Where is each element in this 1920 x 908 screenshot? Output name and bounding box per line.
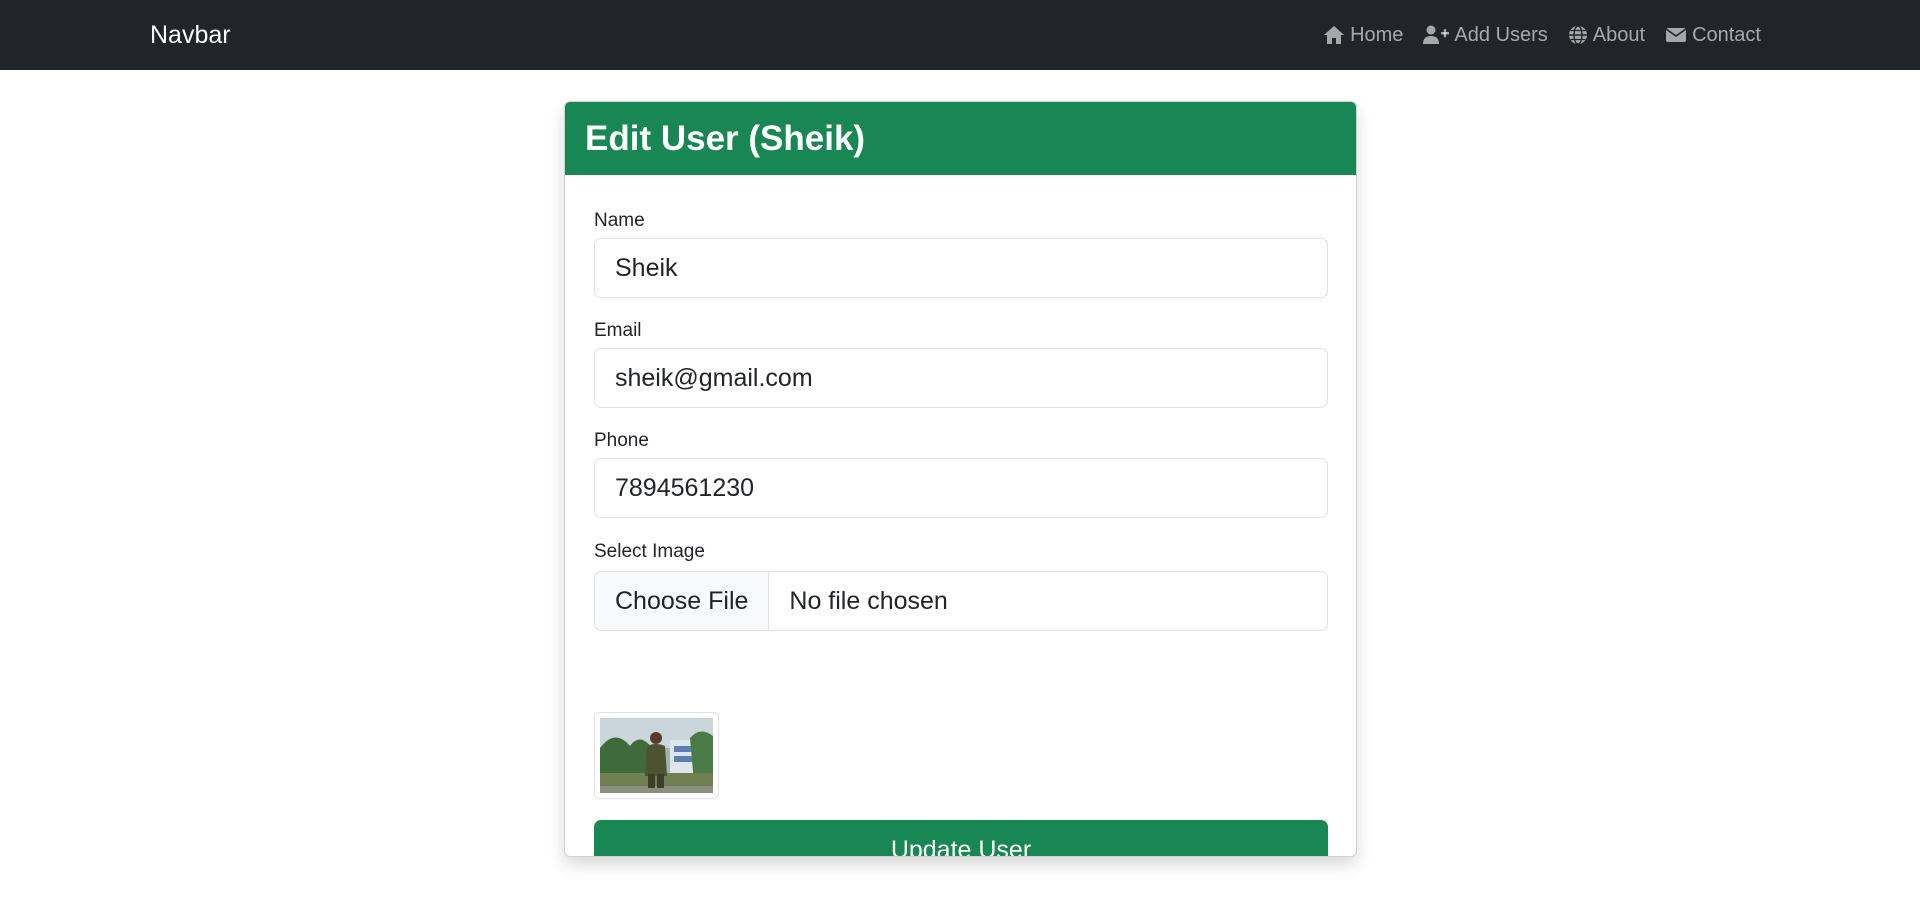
email-label: Email xyxy=(594,320,642,341)
globe-icon xyxy=(1568,25,1588,45)
name-group: Name xyxy=(594,210,1328,298)
image-group: Select Image Choose File No file chosen xyxy=(594,541,1328,631)
email-field[interactable] xyxy=(594,348,1328,408)
home-icon xyxy=(1323,25,1345,45)
nav-link-label: Add Users xyxy=(1454,23,1548,46)
update-user-button[interactable]: Update User xyxy=(594,820,1328,856)
nav-link-home[interactable]: Home xyxy=(1323,24,1403,47)
edit-user-card: Edit User (Sheik) Name Email Phone Selec… xyxy=(564,101,1357,857)
phone-field[interactable] xyxy=(594,458,1328,518)
user-photo xyxy=(600,718,713,793)
file-status: No file chosen xyxy=(789,586,948,615)
phone-label: Phone xyxy=(594,430,649,451)
navbar-brand[interactable]: Navbar xyxy=(150,0,231,70)
choose-file-button[interactable]: Choose File xyxy=(595,572,770,630)
card-title: Edit User (Sheik) xyxy=(585,119,866,158)
navbar: Navbar Home Add Users About Contact xyxy=(0,0,1920,70)
nav-link-contact[interactable]: Contact xyxy=(1665,24,1761,47)
user-plus-icon xyxy=(1423,25,1450,45)
nav-link-add-users[interactable]: Add Users xyxy=(1423,23,1548,47)
name-field[interactable] xyxy=(594,238,1328,298)
nav-link-label: Contact xyxy=(1692,23,1761,46)
envelope-icon xyxy=(1665,26,1687,44)
email-group: Email xyxy=(594,320,1328,408)
phone-group: Phone xyxy=(594,430,1328,518)
image-label: Select Image xyxy=(594,541,705,562)
image-file-input[interactable]: Choose File No file chosen xyxy=(594,571,1328,631)
nav-link-about[interactable]: About xyxy=(1568,24,1645,47)
nav-link-label: About xyxy=(1592,23,1646,46)
card-header: Edit User (Sheik) xyxy=(565,102,1356,175)
name-label: Name xyxy=(594,210,645,231)
user-image-thumbnail xyxy=(594,712,719,799)
nav-links: Home Add Users About Contact xyxy=(1323,0,1761,70)
nav-link-label: Home xyxy=(1350,23,1404,46)
